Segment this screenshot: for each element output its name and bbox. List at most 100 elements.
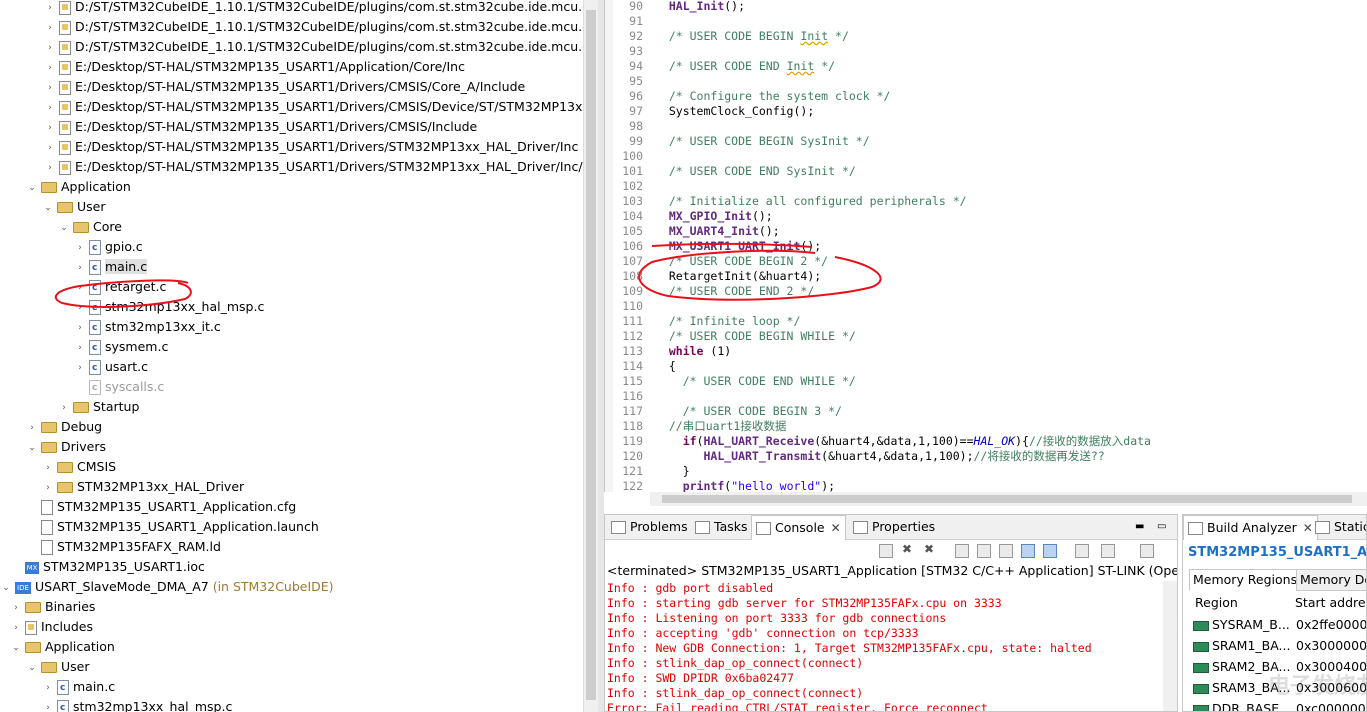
tree-item[interactable]: MX STM32MP135_USART1.ioc (10, 557, 205, 577)
column-header-start-address[interactable]: Start address (1295, 593, 1366, 613)
chevron-right-icon[interactable]: › (26, 418, 38, 438)
clear-console-icon[interactable] (955, 544, 969, 558)
code-line[interactable]: 114 { (613, 359, 676, 374)
code-line[interactable]: 112 /* USER CODE BEGIN WHILE */ (613, 329, 856, 344)
code-editor[interactable]: 90 HAL_Init(); 91 92 /* USER CODE BEGIN In… (604, 0, 1367, 492)
code-line[interactable]: 104 MX_GPIO_Init(); (613, 209, 773, 224)
tree-item[interactable]: › D:/ST/STM32CubeIDE_1.10.1/STM32CubeIDE/… (44, 37, 583, 57)
tab-tasks[interactable]: Tasks (691, 515, 752, 539)
chevron-right-icon[interactable]: › (44, 98, 56, 118)
tree-item[interactable]: ⌄ Application (26, 177, 131, 197)
chevron-right-icon[interactable]: › (44, 58, 56, 78)
chevron-right-icon[interactable]: › (44, 38, 56, 58)
chevron-down-icon[interactable]: ⌄ (0, 578, 12, 598)
tree-item[interactable]: › D:/ST/STM32CubeIDE_1.10.1/STM32CubeIDE/… (44, 17, 583, 37)
tree-item[interactable]: ⌄ Application (10, 637, 115, 657)
chevron-right-icon[interactable]: › (10, 598, 22, 618)
tree-item[interactable]: ⌄ User (42, 197, 105, 218)
tree-item[interactable]: › retarget.c (74, 277, 166, 298)
column-header-region[interactable]: Region (1195, 593, 1238, 613)
minimize-icon[interactable]: ▬ (1131, 515, 1148, 539)
tree-item[interactable]: › STM32MP13xx_HAL_Driver (42, 477, 244, 497)
chevron-down-icon[interactable]: ⌄ (26, 658, 38, 678)
explorer-scrollbar[interactable] (583, 0, 599, 712)
tree-item[interactable]: ⌄ Core (58, 217, 122, 237)
chevron-down-icon[interactable]: ⌄ (26, 438, 38, 458)
code-line[interactable]: 103 /* Initialize all configured periphe… (613, 194, 966, 209)
code-line[interactable]: 120 HAL_UART_Transmit(&huart4,&data,1,10… (613, 449, 1104, 464)
tree-item[interactable]: › stm32mp13xx_hal_msp.c (42, 697, 232, 712)
tree-item[interactable]: › Includes (10, 617, 93, 637)
code-line[interactable]: 95 (613, 74, 655, 89)
tree-item[interactable]: ⌄ User (26, 657, 89, 678)
tree-item[interactable]: › D:/ST/STM32CubeIDE_1.10.1/STM32CubeIDE/… (44, 0, 583, 17)
code-line[interactable]: 93 (613, 44, 655, 59)
tree-item[interactable]: STM32MP135FAFX_RAM.ld (26, 537, 221, 557)
tree-item[interactable]: ⌄ IDE USART_SlaveMode_DMA_A7 (in STM32Cube… (0, 577, 333, 598)
code-line[interactable]: 106 MX_USART1_UART_Init(); (613, 239, 821, 254)
stop-icon[interactable] (879, 544, 893, 558)
tree-item[interactable]: syscalls.c (74, 377, 164, 398)
subtab-memory-regions[interactable]: Memory Regions (1189, 569, 1302, 591)
tree-item[interactable]: › E:/Desktop/ST-HAL/STM32MP135_USART1/App… (44, 57, 465, 77)
tree-item[interactable]: › gpio.c (74, 237, 142, 258)
show-on-error-icon[interactable] (1043, 544, 1057, 558)
tab-static[interactable]: Static (1311, 515, 1366, 539)
code-line[interactable]: 101 /* USER CODE END SysInit */ (613, 164, 856, 179)
code-line[interactable]: 96 /* Configure the system clock */ (613, 89, 890, 104)
chevron-right-icon[interactable]: › (44, 78, 56, 98)
code-line[interactable]: 115 /* USER CODE END WHILE */ (613, 374, 856, 389)
code-line[interactable]: 92 /* USER CODE BEGIN Init */ (613, 29, 849, 44)
code-line[interactable]: 102 (613, 179, 655, 194)
tab-properties[interactable]: Properties (849, 515, 939, 539)
chevron-right-icon[interactable]: › (74, 258, 86, 278)
code-line[interactable]: 90 HAL_Init(); (613, 0, 745, 14)
chevron-right-icon[interactable]: › (44, 158, 56, 178)
code-line[interactable]: 121 } (613, 464, 689, 479)
code-line[interactable]: 118 //串口uart1接收数据 (613, 419, 786, 434)
close-icon[interactable]: ✕ (831, 521, 841, 535)
code-line[interactable]: 119 if(HAL_UART_Receive(&huart4,&data,1,… (613, 434, 1151, 449)
code-line[interactable]: 108 RetargetInit(&huart4); (613, 269, 821, 284)
code-line[interactable]: 97 SystemClock_Config(); (613, 104, 814, 119)
chevron-right-icon[interactable]: › (42, 678, 54, 698)
show-on-output-icon[interactable] (1021, 544, 1035, 558)
console-scrollbar[interactable] (1163, 581, 1177, 711)
display-console-icon[interactable] (1101, 544, 1115, 558)
code-line[interactable]: 116 (613, 389, 655, 404)
project-explorer[interactable]: › D:/ST/STM32CubeIDE_1.10.1/STM32CubeIDE/… (0, 0, 583, 712)
explorer-scroll-thumb[interactable] (586, 10, 596, 700)
remove-all-icon[interactable]: ✖ (924, 542, 938, 556)
chevron-right-icon[interactable]: › (44, 138, 56, 158)
table-row[interactable]: SYSRAM_B... 0x2ffe0000 (1193, 615, 1366, 635)
tree-item[interactable]: › Debug (26, 417, 102, 437)
code-line[interactable]: 111 /* Infinite loop */ (613, 314, 800, 329)
scroll-lock-icon[interactable] (977, 544, 991, 558)
code-line[interactable]: 107 /* USER CODE BEGIN 2 */ (613, 254, 828, 269)
subtab-memory-details[interactable]: Memory De (1296, 569, 1366, 591)
tree-item[interactable]: › sysmem.c (74, 337, 168, 358)
tab-problems[interactable]: Problems (607, 515, 692, 539)
editor-hscroll-thumb[interactable] (662, 495, 1352, 503)
chevron-down-icon[interactable]: ⌄ (58, 218, 70, 238)
code-line[interactable]: 117 /* USER CODE BEGIN 3 */ (613, 404, 842, 419)
code-line[interactable]: 100 (613, 149, 655, 164)
chevron-right-icon[interactable]: › (74, 338, 86, 358)
pin-console-icon[interactable] (1075, 544, 1089, 558)
chevron-right-icon[interactable]: › (74, 358, 86, 378)
tree-item[interactable]: › main.c (74, 257, 148, 278)
chevron-right-icon[interactable]: › (74, 318, 86, 338)
tree-item[interactable]: › stm32mp13xx_hal_msp.c (74, 297, 264, 318)
chevron-right-icon[interactable]: › (58, 398, 70, 418)
chevron-right-icon[interactable]: › (10, 618, 22, 638)
chevron-right-icon[interactable]: › (74, 238, 86, 258)
tree-item[interactable]: › Startup (58, 397, 139, 417)
tree-item[interactable]: › usart.c (74, 357, 148, 378)
chevron-down-icon[interactable]: ⌄ (42, 198, 54, 218)
chevron-down-icon[interactable]: ⌄ (10, 638, 22, 658)
word-wrap-icon[interactable] (999, 544, 1013, 558)
tree-item[interactable]: › E:/Desktop/ST-HAL/STM32MP135_USART1/Dri… (44, 97, 583, 117)
chevron-right-icon[interactable]: › (44, 0, 56, 18)
code-line[interactable]: 113 while (1) (613, 344, 731, 359)
tree-item[interactable]: › E:/Desktop/ST-HAL/STM32MP135_USART1/Dri… (44, 77, 525, 97)
